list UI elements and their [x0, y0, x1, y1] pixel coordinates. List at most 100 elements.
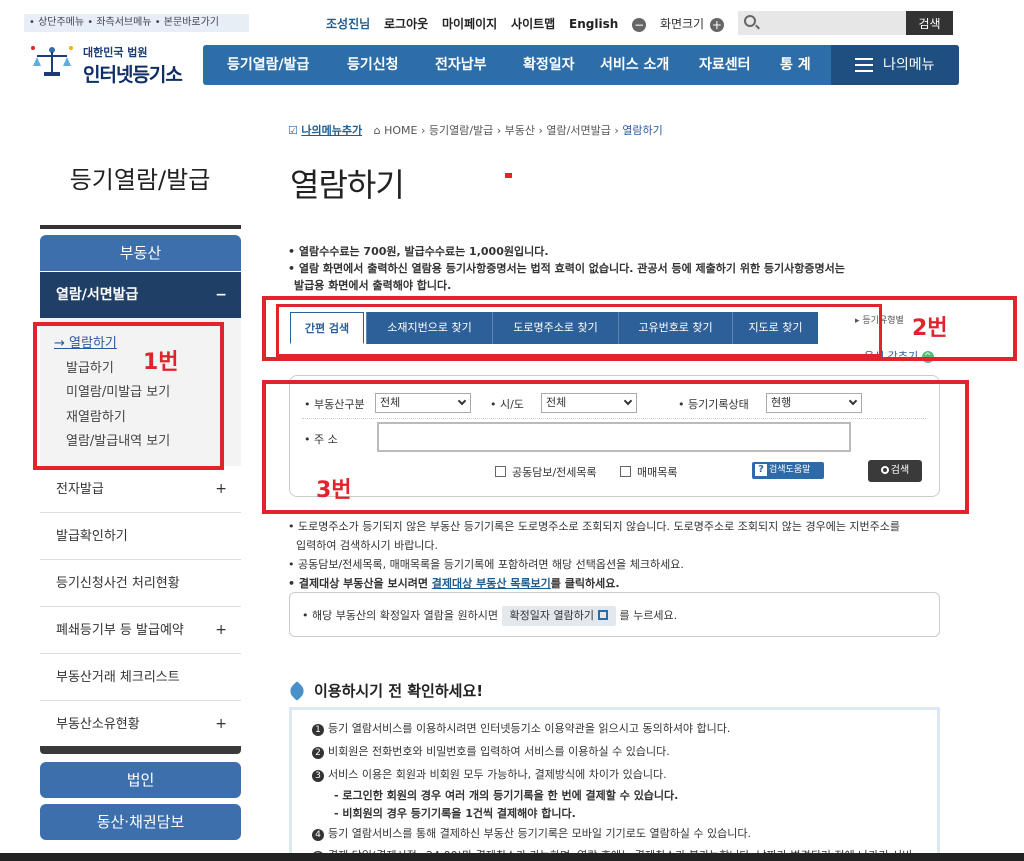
lnb-item-label: 부동산거래 체크리스트: [56, 670, 180, 685]
annotation-box-1: [33, 322, 224, 470]
info-line: • 결제대상 부동산을 보시려면 결제대상 부동산 목록보기를 클릭하세요.: [288, 575, 620, 591]
lnb-section-corp[interactable]: 법인: [40, 762, 241, 798]
search-button[interactable]: 검색: [906, 11, 953, 35]
taskbar: [0, 853, 1024, 861]
gnb-item[interactable]: 등기열람/발급: [227, 45, 309, 85]
home-icon: ⌂: [373, 124, 381, 137]
sitemap-link[interactable]: 사이트맵: [511, 17, 555, 31]
check-text: 서비스 이용은 회원과 비회원 모두 가능하나, 결제방식에 차이가 있습니다.: [328, 768, 667, 781]
check-text: 등기 열람서비스를 통해 결제하신 부동산 등기기록은 모바일 기기로도 열람하…: [328, 827, 752, 840]
main-nav: 등기열람/발급 등기신청 전자납부 확정일자 서비스 소개 자료센터 통 계 나…: [203, 45, 959, 85]
zoom-in-icon[interactable]: +: [709, 17, 724, 32]
user-name: 조성진님: [326, 17, 371, 31]
search-icon: [744, 15, 756, 27]
info-line: 입력하여 검색하시기 바랍니다.: [296, 539, 439, 552]
breadcrumb-current: 열람하기: [622, 124, 663, 137]
check-title-text: 이용하시기 전 확인하세요!: [314, 682, 484, 700]
infobox-suffix: 를 누르세요.: [619, 609, 678, 622]
annotation-label-2: 2번: [912, 316, 948, 341]
lnb-item-ownership[interactable]: 부동산소유현황 +: [40, 701, 241, 748]
gnb-item[interactable]: 등기신청: [347, 45, 399, 85]
check-item: 4 등기 열람서비스를 통해 결제하신 부동산 등기기록은 모바일 기기로도 열람…: [312, 825, 751, 841]
info-line: • 공동담보/전세목록, 매매목록을 등기기록에 포함하려면 해당 선택옵션을 …: [288, 558, 684, 571]
check-title: 이용하시기 전 확인하세요!: [287, 680, 484, 701]
site-logo[interactable]: 대한민국 법원 인터넷등기소: [27, 40, 192, 86]
gnb-item[interactable]: 자료센터: [699, 45, 751, 85]
fee-notes: • 열람수수료는 700원, 발급수수료는 1,000원입니다. • 열람 화면…: [288, 243, 928, 294]
english-link[interactable]: English: [569, 17, 618, 31]
expand-icon[interactable]: +: [215, 701, 227, 748]
annotation-box-2-inner: [276, 304, 882, 357]
red-mark: [505, 173, 512, 178]
search-input[interactable]: [738, 11, 908, 35]
pin-icon: [287, 681, 307, 701]
lnb-title: 등기열람/발급: [69, 166, 211, 194]
annotation-box-3: [262, 380, 969, 514]
logo-sub: 대한민국 법원: [83, 46, 148, 59]
my-menu-label: 나의메뉴: [883, 57, 935, 73]
logo-main: 인터넷등기소: [83, 64, 183, 86]
page-title: 열람하기: [290, 166, 405, 204]
logout-link[interactable]: 로그아웃: [384, 17, 428, 31]
my-menu-button[interactable]: 나의메뉴: [831, 45, 959, 85]
utility-links: 조성진님 로그아웃 마이페이지 사이트맵 English − 화면크기 +: [326, 15, 734, 32]
note-line: 발급용 화면에서 출력해야 합니다.: [294, 279, 452, 292]
info-prefix: • 결제대상 부동산을 보시려면: [288, 577, 432, 590]
lnb-item-closed[interactable]: 폐쇄등기부 등 발급예약 +: [40, 607, 241, 654]
info-line: • 도로명주소가 등기되지 않은 부동산 등기기록은 도로명주소로 조회되지 않…: [288, 520, 901, 533]
note-line: • 열람수수료는 700원, 발급수수료는 1,000원입니다.: [288, 245, 549, 258]
check-item: 3 서비스 이용은 회원과 비회원 모두 가능하나, 결제방식에 차이가 있습니다…: [312, 766, 667, 782]
check-text: 등기 열람서비스를 이용하시려면 인터넷등기소 이용약관을 읽으시고 동의하셔야…: [328, 722, 731, 735]
check-item: 1 등기 열람서비스를 이용하시려면 인터넷등기소 이용약관을 읽으시고 동의하셔…: [312, 720, 730, 736]
infobox-prefix: • 해당 부동산의 확정일자 열람을 원하시면: [302, 609, 499, 622]
num-icon: 3: [312, 770, 324, 782]
num-icon: 2: [312, 747, 324, 759]
collapse-icon[interactable]: −: [215, 272, 227, 318]
lnb-item-label: 전자발급: [56, 482, 104, 497]
site-search: 검색: [738, 11, 953, 35]
breadcrumb-path: › 등기열람/발급 › 부동산 › 열람/서면발급 ›: [420, 124, 619, 137]
divider: [40, 746, 241, 754]
lnb-item-label: 발급확인하기: [56, 529, 128, 544]
court-emblem-icon: [31, 46, 73, 76]
sub-head-label: 열람/서면발급: [56, 287, 139, 303]
breadcrumb-home[interactable]: HOME: [384, 124, 417, 137]
expand-icon[interactable]: +: [215, 607, 227, 654]
mypage-link[interactable]: 마이페이지: [442, 17, 497, 31]
gnb-item[interactable]: 서비스 소개: [600, 45, 669, 85]
note-line: • 열람 화면에서 출력하신 열람용 등기사항증명서는 법적 효력이 없습니다.…: [288, 262, 845, 275]
zoom-label: 화면크기: [659, 17, 705, 31]
check-text: 비회원은 전화번호와 비밀번호를 입력하여 서비스를 이용하실 수 있습니다.: [328, 745, 670, 758]
lnb-item-status[interactable]: 등기신청사건 처리현황: [40, 560, 241, 607]
lnb-section-movable[interactable]: 동산·채권담보: [40, 804, 241, 840]
info-suffix: 를 클릭하세요.: [550, 577, 620, 590]
gnb-item[interactable]: 통 계: [780, 45, 811, 85]
lnb-item-label: 부동산소유현황: [56, 717, 140, 732]
target-list-link[interactable]: 결제대상 부동산 목록보기: [432, 577, 551, 590]
zoom-out-icon[interactable]: −: [632, 17, 647, 32]
lnb-sub-head[interactable]: 열람/서면발급 −: [40, 272, 241, 318]
breadcrumb: ☑ 나의메뉴추가 ⌂ HOME › 등기열람/발급 › 부동산 › 열람/서면발…: [288, 122, 663, 138]
lnb-item-label: 폐쇄등기부 등 발급예약: [56, 623, 184, 638]
add-my-menu-link[interactable]: 나의메뉴추가: [301, 124, 362, 137]
check-icon: ☑: [288, 124, 298, 137]
num-icon: 4: [312, 829, 324, 841]
check-item: - 비회원의 경우 등기기록을 1건씩 결제해야 합니다.: [334, 807, 576, 820]
gnb-item[interactable]: 전자납부: [435, 45, 487, 85]
skip-links[interactable]: • 상단주메뉴 • 좌측서브메뉴 • 본문바로가기: [24, 14, 249, 32]
check-item: 2 비회원은 전화번호와 비밀번호를 입력하여 서비스를 이용하실 수 있습니다.: [312, 743, 670, 759]
menu-icon: [855, 58, 873, 72]
check-box: 1 등기 열람서비스를 이용하시려면 인터넷등기소 이용약관을 읽으시고 동의하셔…: [289, 707, 940, 861]
gnb-item[interactable]: 확정일자: [523, 45, 575, 85]
expand-icon[interactable]: +: [215, 466, 227, 513]
annotation-label-3: 3번: [316, 478, 352, 503]
lnb-item-checklist[interactable]: 부동산거래 체크리스트: [40, 654, 241, 701]
fixed-date-button[interactable]: 확정일자 열람하기: [501, 606, 616, 626]
lnb-item-e-issue[interactable]: 전자발급 +: [40, 466, 241, 513]
lnb-item-verify[interactable]: 발급확인하기: [40, 513, 241, 560]
lnb-item-label: 등기신청사건 처리현황: [56, 576, 180, 591]
external-link-icon: [597, 610, 608, 620]
lnb-section-real-estate[interactable]: 부동산: [40, 235, 241, 271]
annotation-label-1: 1번: [143, 350, 179, 375]
fixed-date-box: • 해당 부동산의 확정일자 열람을 원하시면 확정일자 열람하기 를 누르세요…: [289, 592, 940, 637]
